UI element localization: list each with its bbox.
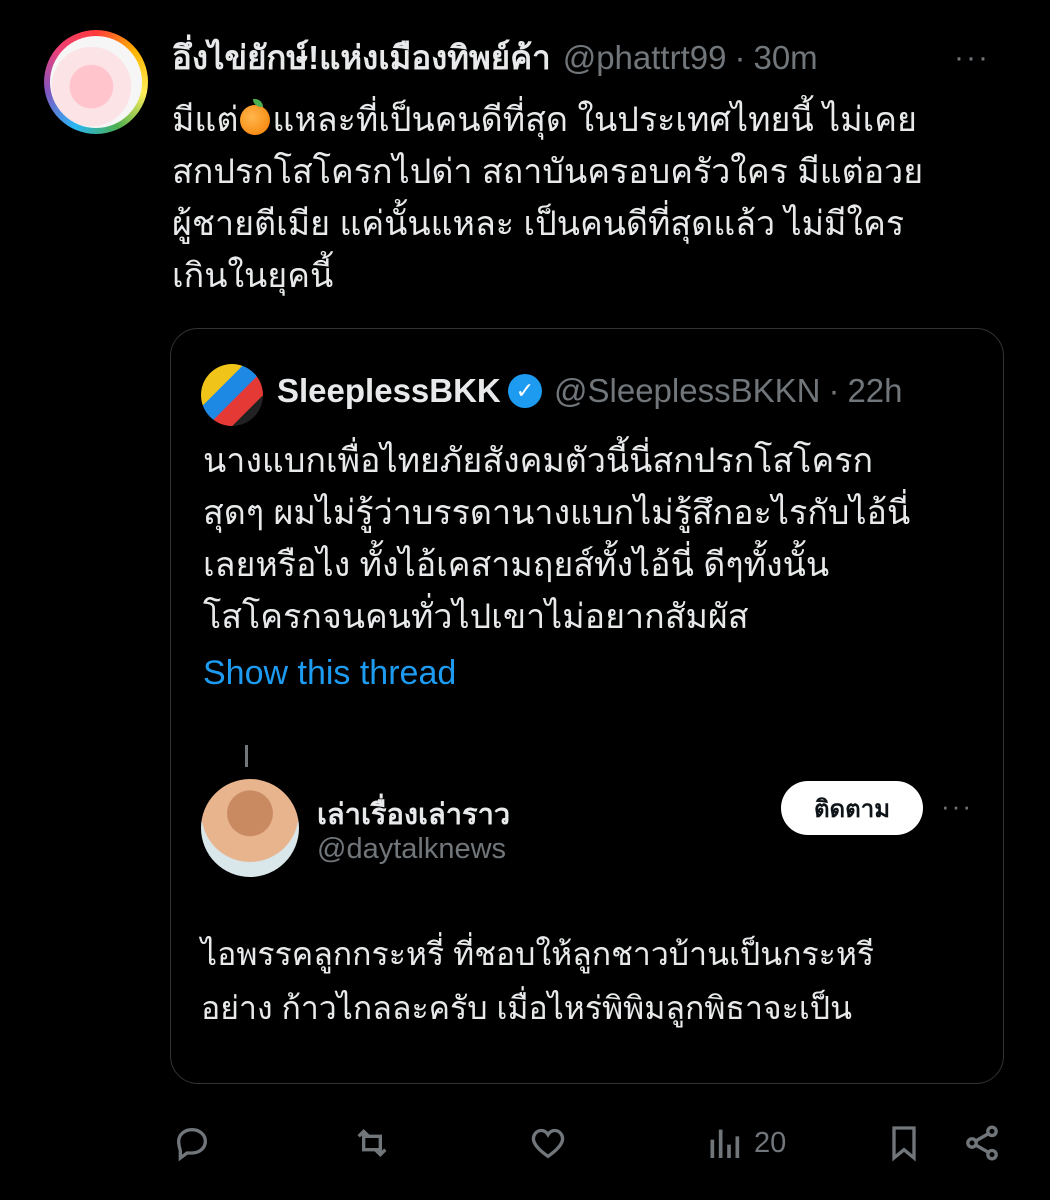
more-options-icon[interactable]: ··· [954, 38, 990, 78]
quoted-post-header: SleeplessBKKN ✓ @SleeplessBKKN · 22h [277, 371, 977, 411]
post-timestamp[interactable]: 30m [753, 38, 817, 78]
views-count: 20 [754, 1126, 787, 1159]
separator-dot: · [734, 39, 746, 76]
views-icon [710, 1129, 740, 1158]
post-text-start: มีแต่ [172, 101, 239, 139]
share-icon [966, 1125, 998, 1161]
embedded-author-name[interactable]: เล่าเรื่องเล่าราว [317, 791, 510, 837]
share-button[interactable] [962, 1118, 1002, 1168]
show-thread-link[interactable]: Show this thread [203, 654, 456, 693]
embedded-more-icon[interactable]: ··· [941, 791, 973, 822]
embedded-post-text: ไอพรรคลูกกระหรี่ ที่ชอบให้ลูกชาวบ้านเป็น… [201, 936, 875, 1026]
embedded-author-avatar[interactable] [201, 779, 299, 877]
author-name[interactable]: อึ่งไข่ยักษ์!แห่งเมืองทิพย์ค้า [172, 38, 551, 78]
quoted-post-text: นางแบกเพื่อไทยภัยสังคมตัวนี้นี่สกปรกโสโค… [203, 442, 911, 636]
repost-button[interactable] [352, 1118, 392, 1168]
like-button[interactable] [528, 1118, 568, 1168]
bookmark-button[interactable] [884, 1118, 924, 1168]
thread-connector [245, 745, 248, 767]
heart-icon [531, 1128, 565, 1159]
verified-badge-icon: ✓ [508, 374, 542, 408]
views-button[interactable]: 20 [704, 1118, 786, 1168]
repost-icon [357, 1128, 387, 1158]
post-text-rest: แหละที่เป็นคนดีที่สุด ในประเทศไทยนี้ ไม่… [172, 101, 924, 295]
reply-icon [176, 1127, 208, 1162]
action-bar: 20 [172, 1118, 1012, 1168]
post-text: มีแต่ แหละที่เป็นคนดีที่สุด ในประเทศไทยนี… [172, 94, 1012, 302]
quoted-author-handle[interactable]: @SleeplessBKKN [554, 371, 820, 411]
embedded-author-handle[interactable]: @daytalknews [317, 833, 506, 866]
post-header: อึ่งไข่ยักษ์!แห่งเมืองทิพย์ค้า @phattrt9… [172, 38, 1002, 78]
author-avatar[interactable] [44, 30, 148, 134]
quoted-author-name[interactable]: SleeplessBKKN [277, 371, 502, 411]
quoted-author-avatar[interactable] [201, 364, 263, 426]
orange-emoji-icon [240, 99, 271, 135]
quoted-timestamp[interactable]: 22h [847, 371, 902, 411]
quoted-post[interactable]: SleeplessBKKN ✓ @SleeplessBKKN · 22h นาง… [170, 328, 1004, 1084]
quoted-separator-dot: · [828, 372, 840, 409]
bookmark-icon [892, 1126, 916, 1162]
follow-button[interactable]: ติดตาม [781, 781, 923, 835]
reply-button[interactable] [172, 1118, 212, 1168]
author-handle[interactable]: @phattrt99 [563, 38, 727, 78]
